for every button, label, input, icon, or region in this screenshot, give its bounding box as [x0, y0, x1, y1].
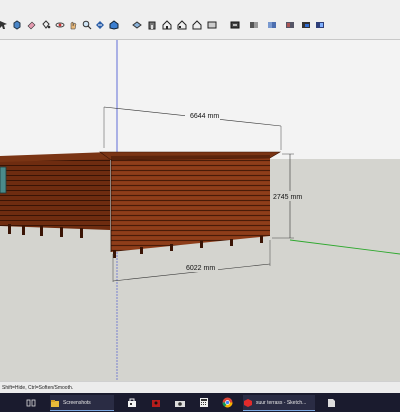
store-icon[interactable]	[127, 395, 137, 410]
app-icon[interactable]	[151, 395, 161, 410]
taskbar-label-screenshots: Screenshots	[63, 399, 91, 406]
camera-icon[interactable]	[174, 395, 186, 410]
left-view-icon[interactable]	[191, 19, 203, 31]
dimension-label-top: 6644 mm	[190, 113, 219, 120]
file-explorer-icon	[51, 399, 59, 407]
eraser-icon[interactable]	[25, 19, 37, 31]
taskbar-item-sketchup[interactable]: suur terrass - Sketch...	[243, 395, 315, 411]
right-view-icon[interactable]	[161, 19, 173, 31]
zoom-extents-icon[interactable]	[94, 19, 106, 31]
status-text: Shift=Hide, Ctrl=Soften/Smooth.	[2, 385, 74, 391]
left-wing	[0, 152, 110, 238]
window	[0, 166, 7, 194]
task-view-icon[interactable]	[26, 395, 36, 410]
file-icon[interactable]	[326, 395, 336, 410]
component-icon[interactable]	[11, 19, 23, 31]
top-view-icon[interactable]	[131, 19, 143, 31]
paint-bucket-icon[interactable]	[40, 19, 52, 31]
dimension-label-height: 2745 mm	[273, 194, 302, 201]
zoom-icon[interactable]	[81, 19, 93, 31]
wireframe-icon[interactable]	[229, 19, 241, 31]
chrome-icon[interactable]	[222, 395, 233, 410]
sky	[0, 40, 400, 159]
xray-icon[interactable]	[206, 19, 218, 31]
shaded-texture-icon[interactable]	[284, 19, 296, 31]
hidden-line-icon[interactable]	[248, 19, 260, 31]
style-icon[interactable]	[314, 19, 326, 31]
taskbar-label-sketchup: suur terrass - Sketch...	[256, 399, 307, 406]
monochrome-icon[interactable]	[300, 19, 312, 31]
back-view-icon[interactable]	[176, 19, 188, 31]
iso-view-icon[interactable]	[108, 19, 120, 31]
dimension-label-bottom: 6022 mm	[186, 265, 215, 272]
calculator-icon[interactable]	[199, 395, 209, 410]
status-bar: Shift=Hide, Ctrl=Soften/Smooth.	[0, 381, 400, 393]
orbit-icon[interactable]	[54, 19, 66, 31]
sketchup-icon	[244, 398, 252, 407]
pan-icon[interactable]	[67, 19, 79, 31]
toolbar	[0, 0, 400, 40]
taskbar-item-screenshots[interactable]: Screenshots	[50, 395, 114, 411]
select-arrow-icon[interactable]	[0, 19, 10, 31]
scene: 6644 mm 2745 mm 6022 mm	[0, 40, 400, 381]
front-view-icon[interactable]	[146, 19, 158, 31]
modeling-viewport[interactable]: 6644 mm 2745 mm 6022 mm	[0, 40, 400, 381]
shaded-icon[interactable]	[266, 19, 278, 31]
taskbar: Screenshots suur terrass - Sketch...	[0, 393, 400, 412]
